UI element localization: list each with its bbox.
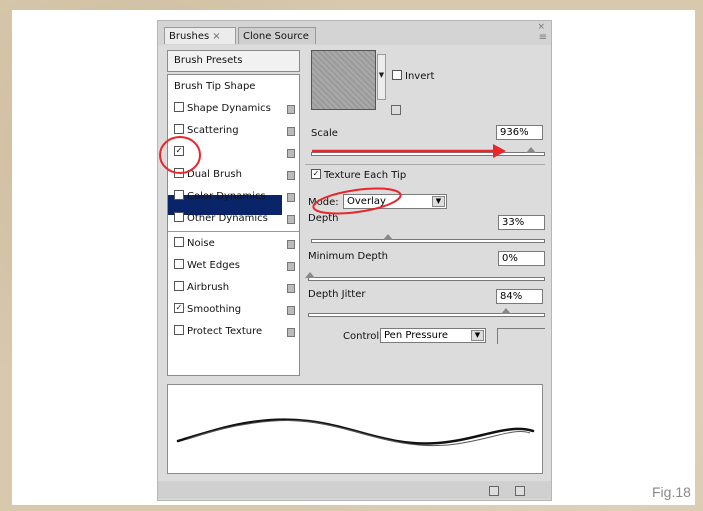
mode-select[interactable]: Overlay ▼ — [343, 194, 447, 209]
chevron-down-icon[interactable]: ▼ — [471, 330, 484, 341]
texture-each-tip-label: Texture Each Tip — [324, 170, 407, 181]
list-item-shape-dynamics[interactable]: Shape Dynamics — [174, 100, 271, 118]
mode-label: Mode: — [308, 197, 339, 208]
lock-icon[interactable] — [287, 215, 295, 224]
lock-icon[interactable] — [287, 127, 295, 136]
minimum-depth-label: Minimum Depth — [308, 251, 388, 262]
list-item-scattering[interactable]: Scattering — [174, 122, 239, 140]
texture-pattern-swatch[interactable] — [311, 50, 376, 110]
control-label: Control: — [343, 331, 383, 342]
lock-icon[interactable] — [287, 262, 295, 271]
tab-brushes[interactable]: Brushes × — [164, 27, 236, 44]
control-select-value: Pen Pressure — [384, 330, 449, 341]
depth-label: Depth — [308, 213, 339, 224]
panel-bottom-bar — [158, 481, 551, 499]
brush-stroke-preview — [176, 418, 535, 447]
list-item-label: Noise — [187, 238, 215, 249]
list-item-noise[interactable]: Noise — [174, 235, 215, 253]
checkbox-invert[interactable] — [392, 70, 402, 80]
list-item-smoothing[interactable]: ✓ Smoothing — [174, 301, 241, 319]
lock-icon[interactable] — [287, 306, 295, 315]
list-item-label: Protect Texture — [187, 326, 263, 337]
panel-menu-icon[interactable]: ≡ — [539, 32, 547, 43]
stroke-preview — [167, 384, 543, 474]
tab-clone-source[interactable]: Clone Source — [238, 27, 316, 44]
list-item-label: Scattering — [187, 125, 239, 136]
list-item-label: Color Dynamics — [187, 191, 266, 202]
tab-brushes-label: Brushes — [169, 31, 210, 42]
list-item-label: Wet Edges — [187, 260, 240, 271]
tab-clone-source-label: Clone Source — [243, 31, 309, 42]
section-divider — [305, 164, 545, 165]
list-item-label: Other Dynamics — [187, 213, 268, 224]
invert-option[interactable]: Invert — [392, 70, 435, 82]
list-item-other-dynamics[interactable]: Other Dynamics — [174, 210, 268, 228]
brush-presets-label: Brush Presets — [174, 55, 243, 66]
list-divider — [168, 231, 299, 232]
checkbox-texture[interactable]: ✓ — [174, 146, 184, 156]
new-preset-icon[interactable] — [391, 105, 401, 115]
control-extra-field[interactable] — [497, 328, 545, 344]
pattern-picker-arrow-icon[interactable]: ▼ — [377, 54, 386, 100]
minimum-depth-slider[interactable] — [308, 277, 545, 281]
list-item-airbrush[interactable]: Airbrush — [174, 279, 229, 297]
list-item-label: Smoothing — [187, 304, 242, 315]
delete-brush-icon[interactable] — [515, 486, 525, 496]
brush-presets-button[interactable]: Brush Presets — [167, 50, 300, 72]
panel-close-icon[interactable]: × — [537, 22, 545, 32]
checkbox-texture-each-tip[interactable]: ✓ — [311, 169, 321, 179]
tab-bar: Brushes × Clone Source × ≡ — [158, 21, 551, 45]
invert-label: Invert — [405, 71, 435, 82]
list-item-texture[interactable]: ✓ Texture — [174, 144, 229, 162]
checkbox-shape-dynamics[interactable] — [174, 102, 184, 112]
depth-slider[interactable] — [311, 239, 545, 243]
checkbox-wet-edges[interactable] — [174, 259, 184, 269]
checkbox-protect-texture[interactable] — [174, 325, 184, 335]
lock-icon[interactable] — [287, 240, 295, 249]
list-item-wet-edges[interactable]: Wet Edges — [174, 257, 240, 275]
checkbox-airbrush[interactable] — [174, 281, 184, 291]
list-item-label: Shape Dynamics — [187, 103, 271, 114]
scale-label: Scale — [311, 128, 338, 139]
lock-icon[interactable] — [287, 149, 295, 158]
brush-options-list: Brush Tip Shape Shape Dynamics Scatterin… — [167, 74, 300, 376]
list-item-label: Texture — [187, 147, 230, 158]
figure-label: Fig.18 — [652, 484, 691, 500]
control-select[interactable]: Pen Pressure ▼ — [380, 328, 486, 343]
create-new-brush-icon[interactable] — [489, 486, 499, 496]
lock-icon[interactable] — [287, 171, 295, 180]
brushes-panel: Brushes × Clone Source × ≡ Brush Presets … — [157, 20, 552, 501]
texture-each-tip-option[interactable]: ✓ Texture Each Tip — [311, 169, 407, 181]
depth-jitter-value-field[interactable]: 84% — [496, 289, 543, 304]
checkbox-smoothing[interactable]: ✓ — [174, 303, 184, 313]
lock-icon[interactable] — [287, 105, 295, 114]
checkbox-noise[interactable] — [174, 237, 184, 247]
depth-jitter-label: Depth Jitter — [308, 289, 366, 300]
list-item-brush-tip-shape[interactable]: Brush Tip Shape — [174, 78, 255, 96]
minimum-depth-slider-thumb[interactable] — [305, 272, 315, 278]
list-item-protect-texture[interactable]: Protect Texture — [174, 323, 262, 341]
lock-icon[interactable] — [287, 284, 295, 293]
tab-close-icon[interactable]: × — [212, 31, 220, 42]
minimum-depth-value-field[interactable]: 0% — [498, 251, 545, 266]
mode-select-value: Overlay — [347, 196, 386, 207]
depth-value-field[interactable]: 33% — [498, 215, 545, 230]
scale-slider-thumb[interactable] — [526, 147, 536, 153]
scale-value-field[interactable]: 936% — [496, 125, 543, 140]
list-item-dual-brush[interactable]: Dual Brush — [174, 166, 242, 184]
lock-icon[interactable] — [287, 328, 295, 337]
chevron-down-icon[interactable]: ▼ — [432, 196, 445, 207]
checkbox-color-dynamics[interactable] — [174, 190, 184, 200]
list-item-color-dynamics[interactable]: Color Dynamics — [174, 188, 266, 206]
list-item-label: Airbrush — [187, 282, 230, 293]
scale-slider[interactable] — [311, 152, 545, 156]
checkbox-scattering[interactable] — [174, 124, 184, 134]
lock-icon[interactable] — [287, 193, 295, 202]
checkbox-dual-brush[interactable] — [174, 168, 184, 178]
checkbox-other-dynamics[interactable] — [174, 212, 184, 222]
depth-jitter-slider-thumb[interactable] — [501, 308, 511, 314]
list-item-label: Dual Brush — [187, 169, 242, 180]
depth-slider-thumb[interactable] — [383, 234, 393, 240]
